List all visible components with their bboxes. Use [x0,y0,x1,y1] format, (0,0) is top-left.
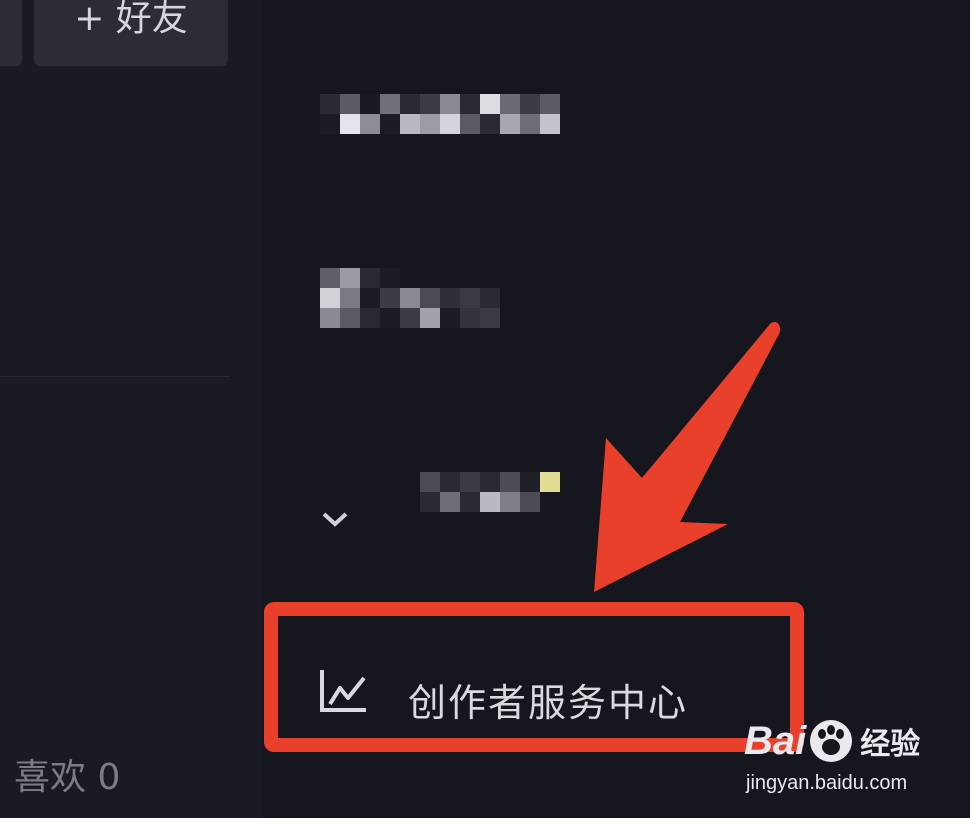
divider [0,376,230,377]
paw-icon [810,720,853,762]
watermark: Bai 经验 jingyan.baidu.com [744,708,964,804]
mosaic-icon-row-2 [320,288,500,308]
highlight-box [264,602,804,752]
mosaic-text [320,94,560,114]
chevron-down-icon [322,512,348,527]
watermark-brand: Bai [744,718,807,763]
arrow-annotation [594,321,781,592]
mosaic-text-row-2 [320,114,560,134]
partial-button[interactable] [0,0,22,66]
likes-count[interactable]: 喜欢 0 [14,748,120,800]
watermark-url: jingyan.baidu.com [746,772,908,794]
mosaic-text-row-3 [320,308,500,328]
mosaic-text [420,472,560,492]
left-panel: + 好友 喜欢 0 [0,0,262,818]
menu-item-obscured-2[interactable] [320,268,510,328]
add-friend-button[interactable]: + 好友 [34,0,228,66]
watermark-brand-cn: 经验 [860,727,921,762]
mosaic-text-row-2 [420,492,540,512]
menu-item-obscured-3[interactable] [320,472,570,532]
mosaic-icon [320,268,400,288]
menu-item-obscured-1[interactable] [320,94,590,154]
